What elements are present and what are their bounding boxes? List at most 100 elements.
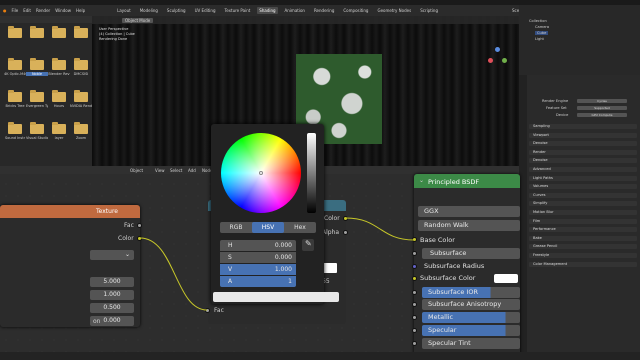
- menu-render[interactable]: Render: [36, 8, 50, 13]
- specular-socket[interactable]: [412, 328, 417, 333]
- metallic-field[interactable]: Metallic: [422, 312, 520, 323]
- subsurface-method-dropdown[interactable]: Random Walk: [418, 220, 520, 231]
- properties-panel-header[interactable]: Simplify: [529, 201, 637, 207]
- outliner-item[interactable]: Cube: [535, 31, 549, 35]
- value-field[interactable]: 5.000: [90, 277, 134, 287]
- outliner-item[interactable]: Light: [535, 37, 544, 41]
- properties-panel-header[interactable]: Bake: [529, 235, 637, 241]
- file-browser-item[interactable]: Noble: [26, 58, 48, 76]
- subsurface-ior-socket[interactable]: [412, 290, 417, 295]
- value-field[interactable]: 1.000: [90, 290, 134, 300]
- properties-panel-header[interactable]: Light Paths: [529, 175, 637, 181]
- menu-window[interactable]: Window: [55, 8, 71, 13]
- properties-panel-header[interactable]: Viewport: [529, 132, 637, 138]
- tab-layout[interactable]: Layout: [115, 7, 133, 14]
- subsurface-field[interactable]: Subsurface: [422, 248, 520, 259]
- color-output-socket[interactable]: [137, 236, 142, 241]
- subsurface-anisotropy-field[interactable]: Subsurface Anisotropy: [422, 299, 520, 310]
- properties-panel-header[interactable]: Motion Blur: [529, 210, 637, 215]
- file-browser-item[interactable]: Hours: [48, 90, 70, 108]
- file-browser-item[interactable]: NVIDIA Rend: [70, 90, 92, 108]
- mode-hex-button[interactable]: Hex: [284, 222, 316, 233]
- alpha-output-socket[interactable]: [343, 230, 348, 235]
- file-browser-item[interactable]: 4K Optic-M4C: [4, 58, 26, 76]
- alpha-field[interactable]: A 1: [220, 276, 296, 287]
- mode-hsv-button[interactable]: HSV: [252, 222, 284, 233]
- base-color-socket[interactable]: [412, 237, 417, 242]
- file-browser-item[interactable]: Bricks Tree: [4, 90, 26, 108]
- properties-panel-header[interactable]: Sampling: [529, 124, 637, 129]
- texture-node-header[interactable]: Texture: [0, 205, 140, 218]
- tab-shading[interactable]: Shading: [257, 7, 278, 14]
- distribution-dropdown[interactable]: GGX: [418, 206, 520, 217]
- properties-panel-header[interactable]: Film: [529, 218, 637, 224]
- value-field[interactable]: V 1.000: [220, 264, 296, 275]
- file-browser-item[interactable]: Evergreen Ty: [26, 90, 48, 108]
- specular-tint-field[interactable]: Specular Tint: [422, 338, 520, 349]
- subsurface-radius-socket[interactable]: [412, 264, 417, 269]
- properties-panel-header[interactable]: Freestyle: [529, 253, 637, 258]
- tab-compositing[interactable]: Compositing: [341, 7, 370, 14]
- hue-field[interactable]: H 0.000: [220, 240, 296, 251]
- mode-rgb-button[interactable]: RGB: [220, 222, 252, 233]
- wheel-cursor[interactable]: [259, 171, 263, 175]
- properties-panel-header[interactable]: Denoise: [529, 158, 637, 164]
- device-dropdown[interactable]: GPU Compute: [577, 113, 627, 117]
- subsurface-color-socket[interactable]: [412, 276, 417, 281]
- ne-menu-view[interactable]: View: [155, 168, 165, 173]
- saturation-field[interactable]: S 0.000: [220, 252, 296, 263]
- object-mode-dropdown[interactable]: Object Mode: [122, 18, 154, 23]
- tab-rendering[interactable]: Rendering: [312, 7, 336, 14]
- tab-modeling[interactable]: Modeling: [138, 7, 160, 14]
- color-output-socket[interactable]: [343, 216, 348, 221]
- value-field[interactable]: 0.500: [90, 303, 134, 313]
- render-engine-dropdown[interactable]: Cycles: [577, 99, 627, 103]
- metallic-socket[interactable]: [412, 315, 417, 320]
- properties-panel-header[interactable]: Denoise: [529, 141, 637, 147]
- file-browser-item[interactable]: [70, 26, 92, 40]
- subsurface-color-swatch[interactable]: [494, 274, 518, 283]
- tab-animation[interactable]: Animation: [283, 7, 307, 14]
- file-browser-item[interactable]: [26, 26, 48, 40]
- file-browser-item[interactable]: Blender Rev: [48, 58, 70, 76]
- principled-bsdf-header[interactable]: ⌄ Principled BSDF: [414, 174, 520, 188]
- specular-tint-socket[interactable]: [412, 341, 417, 346]
- specular-field[interactable]: Specular: [422, 325, 520, 336]
- properties-tabs[interactable]: [519, 75, 527, 360]
- properties-panel-header[interactable]: Performance: [529, 227, 637, 233]
- navigation-gizmo[interactable]: [487, 46, 509, 68]
- file-browser-item[interactable]: Zoom: [70, 122, 92, 140]
- outliner-item[interactable]: Camera: [535, 25, 549, 29]
- properties-panel-header[interactable]: Volumes: [529, 184, 637, 190]
- properties-panel-header[interactable]: Render: [529, 149, 637, 155]
- file-browser-item[interactable]: layer: [48, 122, 70, 140]
- subsurface-anisotropy-socket[interactable]: [412, 302, 417, 307]
- menu-help[interactable]: Help: [76, 8, 85, 13]
- menu-file[interactable]: File: [12, 8, 19, 13]
- feature-set-dropdown[interactable]: Supported: [577, 106, 627, 110]
- tab-uv-editing[interactable]: UV Editing: [193, 7, 218, 14]
- properties-panel-header[interactable]: Advanced: [529, 167, 637, 172]
- file-browser-item[interactable]: DMCSISI: [70, 58, 92, 76]
- fac-input-socket[interactable]: [205, 308, 210, 313]
- tab-texture-paint[interactable]: Texture Paint: [222, 7, 252, 14]
- tab-sculpting[interactable]: Sculpting: [165, 7, 188, 14]
- file-browser-item[interactable]: [4, 26, 26, 40]
- subsurface-ior-field[interactable]: Subsurface IOR: [422, 287, 520, 298]
- ne-menu-select[interactable]: Select: [170, 168, 182, 173]
- file-browser-item[interactable]: [48, 26, 70, 40]
- file-browser-item[interactable]: Sound Instr: [4, 122, 26, 140]
- ne-menu-object[interactable]: Object: [130, 168, 143, 173]
- tab-scripting[interactable]: Scripting: [418, 7, 440, 14]
- properties-panel-header[interactable]: Color Management: [529, 261, 637, 267]
- value-slider[interactable]: [307, 133, 316, 213]
- outliner-item[interactable]: Collection: [529, 19, 547, 23]
- tab-geometry-nodes[interactable]: Geometry Nodes: [375, 7, 413, 14]
- eyedropper-button[interactable]: ✎: [302, 239, 314, 251]
- blender-logo-icon[interactable]: ●: [3, 8, 7, 13]
- properties-panel-header[interactable]: Grease Pencil: [529, 244, 637, 250]
- ne-menu-add[interactable]: Add: [188, 168, 196, 173]
- fac-output-socket[interactable]: [137, 223, 142, 228]
- collapse-icon[interactable]: ⌄: [419, 177, 424, 184]
- properties-panel-header[interactable]: Curves: [529, 192, 637, 198]
